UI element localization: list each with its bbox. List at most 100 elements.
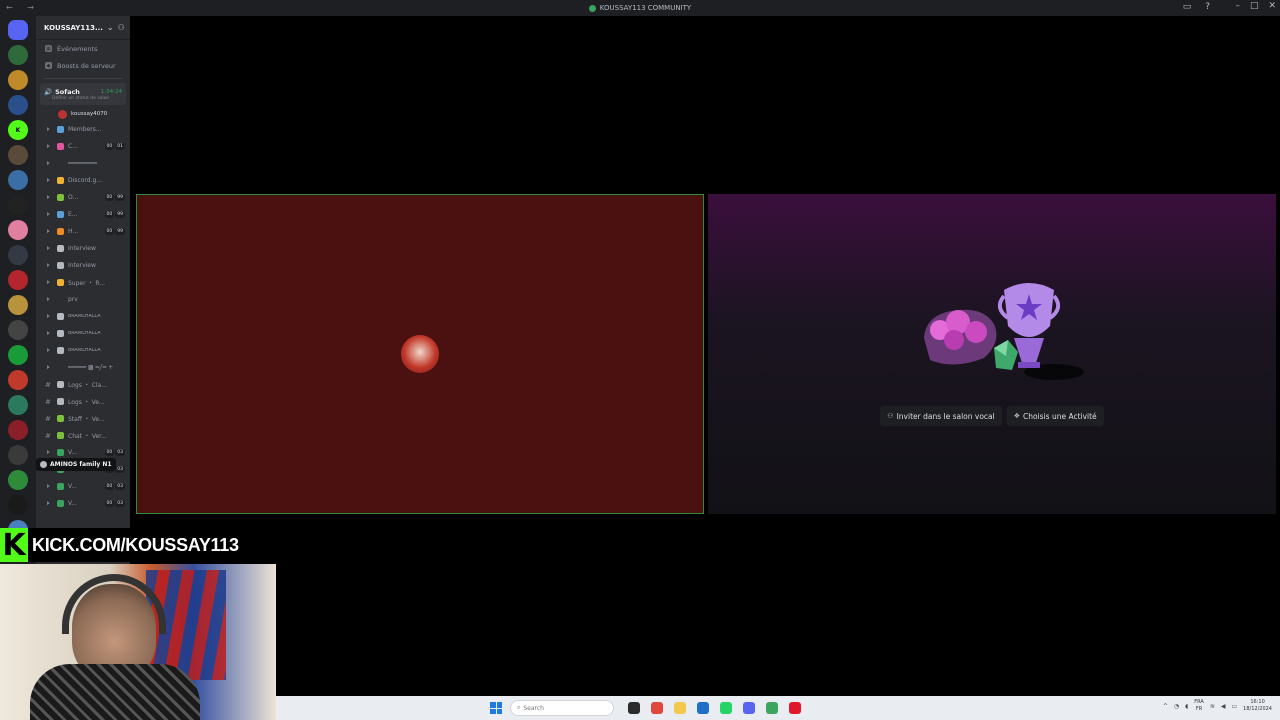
speaker-icon: 🕨 [45,210,50,218]
channel-item[interactable]: 🕨 prv [36,291,130,308]
server-icon[interactable] [8,370,28,390]
channel-item[interactable]: # Staff ・ Ve... [36,410,130,427]
maximize-button[interactable]: □ [1250,1,1259,11]
server-icon[interactable] [8,170,28,190]
speaker-icon: 🕨 [45,312,50,320]
history-nav[interactable]: ← → [6,3,40,12]
server-icon[interactable]: K [8,120,28,140]
server-icon[interactable] [8,145,28,165]
channel-item[interactable]: # Logs ・ Cla... [36,376,130,393]
channel-item[interactable]: # Logs ・ Ve... [36,393,130,410]
speaker-icon[interactable]: ◀ [1221,703,1226,710]
taskbar-app-icon[interactable] [789,702,801,714]
channel-item[interactable]: 🕨 BRAWLHALLA [36,325,130,342]
hash-icon: # [45,414,51,423]
server-icon[interactable] [8,95,28,115]
channel-item[interactable]: 🕨 Super ・ R... [36,274,130,291]
wifi-icon[interactable]: ≋ [1210,703,1215,710]
speaker-icon: 🕨 [45,448,50,456]
add-user-icon[interactable]: ⚇ [118,23,125,32]
channel-item[interactable]: 🕨 Discord.g... [36,172,130,189]
server-icon[interactable] [8,195,28,215]
channel-item[interactable]: 🕨 BRAWLHALLA [36,342,130,359]
server-icon[interactable] [8,45,28,65]
server-icon[interactable] [8,495,28,515]
server-icon[interactable] [8,220,28,240]
invite-to-voice-button[interactable]: ⚇ Inviter dans le salon vocal [880,406,1002,426]
network-icon[interactable]: ◔ [1174,703,1179,710]
taskbar-app-icon[interactable] [697,702,709,714]
channel-item[interactable]: 🕨 V... 0003 [36,478,130,495]
channel-name: BRAWLHALLA [68,314,101,319]
participant-tile[interactable] [136,194,704,514]
taskbar-app-icon[interactable] [766,702,778,714]
voice-user[interactable]: koussay4070 [36,107,130,121]
server-icon[interactable] [8,245,28,265]
discord-home-icon[interactable] [8,20,28,40]
channel-emoji-icon [57,245,64,252]
channel-emoji-icon [57,228,64,235]
window-title-text: KOUSSAY113 COMMUNITY [599,4,692,12]
server-icon[interactable] [8,320,28,340]
divider [44,78,122,79]
taskbar-app-icon[interactable] [651,702,663,714]
channel-item[interactable]: 🕨 Interview [36,240,130,257]
channel-item[interactable]: 🕨 Members... [36,121,130,138]
channel-item[interactable]: 🕨 Interview [36,257,130,274]
taskbar: ⌕ Search ^ ◔ ◖ FRA FR ≋ ◀ ▭ 16:10 18/12/… [276,696,1280,720]
chevron-down-icon: ⌄ [106,23,114,32]
taskbar-app-icon[interactable] [743,702,755,714]
speaker-icon: 🔊 [44,87,53,96]
channel-emoji-icon [57,449,64,456]
add-user-icon: ⚇ [887,412,894,420]
channel-item[interactable]: # Chat ・ Ver... [36,427,130,444]
server-icon[interactable] [8,295,28,315]
events-link[interactable]: ▦ Événements [36,40,130,57]
channel-emoji-icon [57,313,64,320]
server-icon[interactable] [8,445,28,465]
start-button[interactable] [490,702,502,714]
voice-username: koussay4070 [71,111,108,117]
calendar-icon: ▦ [45,45,52,52]
server-icon[interactable] [8,345,28,365]
language-indicator[interactable]: FRA FR [1194,699,1204,713]
tray-chevron-icon[interactable]: ^ [1163,703,1168,710]
channel-name: Members... [68,126,102,133]
server-icon[interactable] [8,70,28,90]
channel-item[interactable]: 🕨 ━━━━━━━━ [36,155,130,172]
clock[interactable]: 16:10 18/12/2024 [1243,699,1272,713]
battery-icon[interactable]: ▭ [1232,703,1238,710]
speaker-icon: 🕨 [45,193,50,201]
channel-item[interactable]: 🕨 O... 00 99 [36,189,130,206]
server-tooltip: AMINOS family N1 [36,458,116,471]
taskbar-app-icon[interactable] [628,702,640,714]
minimize-button[interactable]: – [1235,1,1240,11]
server-icon[interactable] [8,395,28,415]
close-button[interactable]: ✕ [1268,1,1276,11]
volume-icon[interactable]: ◖ [1185,703,1188,710]
server-icon[interactable] [8,470,28,490]
taskbar-search[interactable]: ⌕ Search [510,700,614,716]
channel-item[interactable]: 🕨 C... 00 01 [36,138,130,155]
server-header[interactable]: KOUSSAY113... ⌄ ⚇ [36,16,130,40]
inbox-icon[interactable]: ▭ [1183,2,1192,12]
channel-name: Logs ・ Ve... [68,399,105,406]
channel-status-hint[interactable]: Définir un statut de salon [44,96,126,101]
taskbar-app-icon[interactable] [720,702,732,714]
channel-name: V... [68,449,78,456]
server-icon[interactable] [8,270,28,290]
channel-item[interactable]: 🕨 BRAWLHALLA [36,308,130,325]
boost-icon: ◆ [45,62,52,69]
channel-name: BRAWLHALLA [68,331,101,336]
active-voice-channel[interactable]: 🔊 Sofach 1:34:24 Définir un statut de sa… [40,83,126,105]
choose-activity-button[interactable]: ❖ Choisis une Activité [1006,406,1104,426]
channel-item[interactable]: 🕨 H... 00 99 [36,223,130,240]
channel-item[interactable]: 🕨 V... 0003 [36,495,130,512]
channel-item[interactable]: 🕨 ━━━━━ ▩ ━╱━ + [36,359,130,376]
server-boosts-link[interactable]: ◆ Boosts de serveur [36,57,130,74]
server-icon[interactable] [8,420,28,440]
channel-item[interactable]: 🕨 E... 00 99 [36,206,130,223]
channel-emoji-icon [57,211,64,218]
help-icon[interactable]: ? [1205,2,1210,12]
taskbar-app-icon[interactable] [674,702,686,714]
